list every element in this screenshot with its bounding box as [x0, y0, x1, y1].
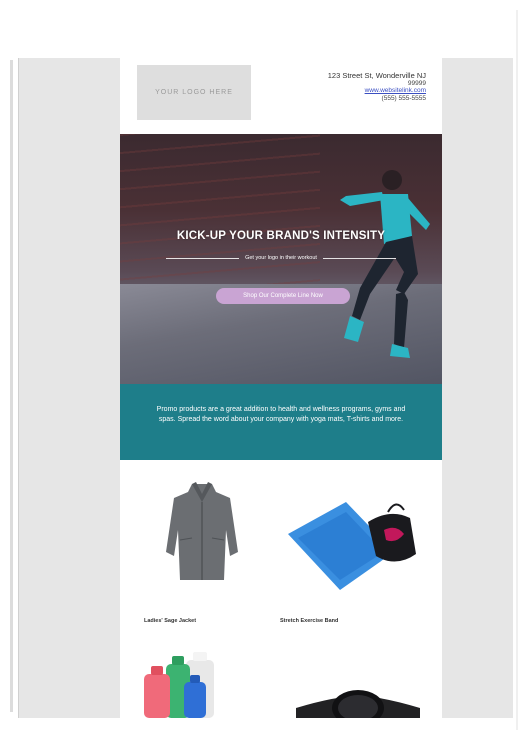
product-name[interactable]: Stretch Exercise Band [280, 618, 338, 624]
fitness-watch-icon[interactable] [296, 682, 420, 718]
left-divider [10, 60, 13, 712]
promo-text: Promo products are a great addition to h… [156, 406, 406, 423]
water-bottles-icon[interactable] [140, 650, 246, 718]
logo-text: YOUR LOGO HERE [155, 89, 233, 96]
window-edge [516, 10, 518, 730]
jacket-icon[interactable] [164, 480, 240, 584]
shop-now-button[interactable]: Shop Our Complete Line Now [216, 288, 350, 304]
product-grid: Ladies' Sage Jacket Stretch Exercise Ban… [120, 460, 442, 718]
product-name[interactable]: Ladies' Sage Jacket [144, 618, 196, 624]
hero-subtitle-row: Get your logo in their workout [166, 253, 396, 263]
phone-number: (555) 555-5555 [381, 94, 426, 102]
contact-block: 123 Street St, Wonderville NJ 99999 www.… [276, 72, 426, 102]
address-line-1: 123 Street St, Wonderville NJ [327, 71, 426, 80]
promo-block: Promo products are a great addition to h… [120, 384, 442, 460]
hero-title: KICK-UP YOUR BRAND'S INTENSITY [176, 230, 386, 242]
hero-rule-right [322, 257, 396, 259]
hero-wall-texture [120, 134, 320, 304]
email-template: YOUR LOGO HERE 123 Street St, Wondervill… [120, 58, 442, 718]
hero-subtitle: Get your logo in their workout [245, 255, 317, 261]
website-link[interactable]: www.websitelink.com [276, 87, 426, 95]
logo-placeholder[interactable]: YOUR LOGO HERE [137, 65, 251, 120]
hero-banner: KICK-UP YOUR BRAND'S INTENSITY Get your … [120, 134, 442, 384]
hero-rule-left [166, 257, 240, 259]
page-canvas: YOUR LOGO HERE 123 Street St, Wondervill… [0, 0, 528, 738]
shop-now-label: Shop Our Complete Line Now [243, 293, 323, 299]
email-header: YOUR LOGO HERE 123 Street St, Wondervill… [120, 58, 442, 134]
address-line-2: 99999 [407, 79, 426, 87]
exercise-band-icon[interactable] [284, 494, 422, 594]
